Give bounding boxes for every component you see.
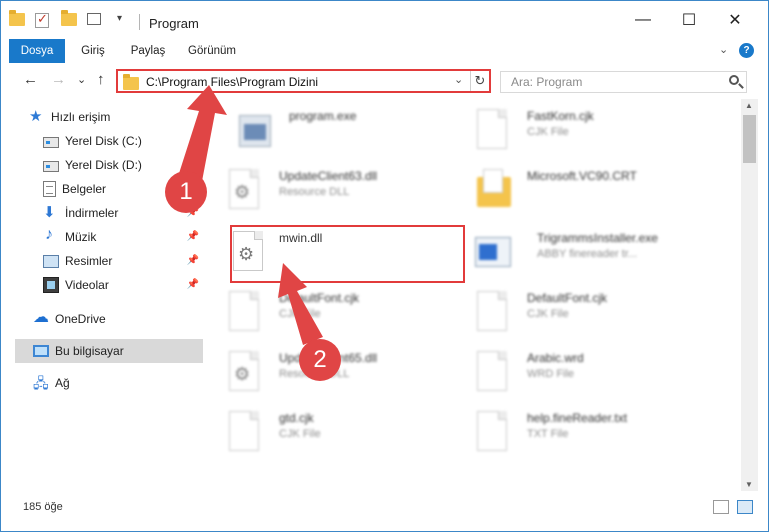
arrow-to-mwin xyxy=(278,263,323,345)
callout-2: 2 xyxy=(299,339,341,381)
callout-1: 1 xyxy=(165,171,207,213)
annotation-arrows xyxy=(174,85,323,345)
explorer-window: ▾ Program — ☐ ✕ Dosya Giriş Paylaş Görün… xyxy=(0,0,769,532)
